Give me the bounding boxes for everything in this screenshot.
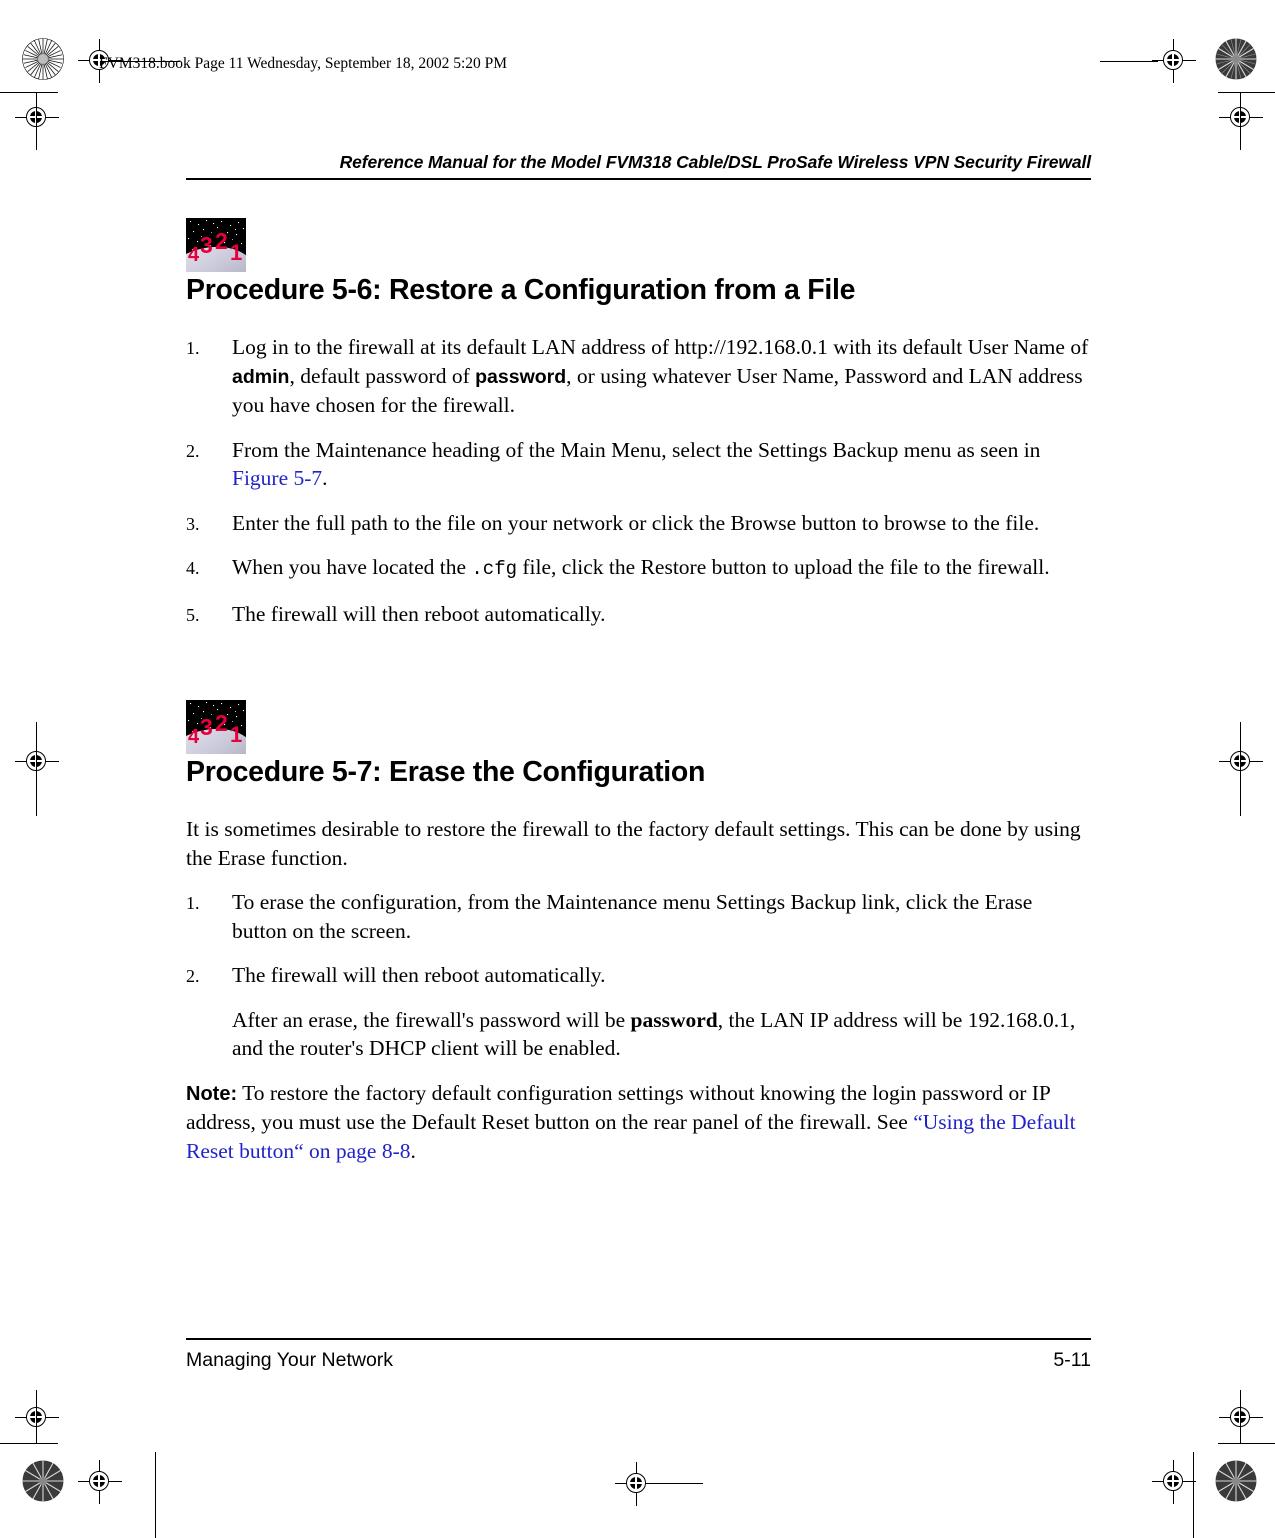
countdown-number-2: 2 bbox=[215, 228, 228, 254]
footer-page-number: 5-11 bbox=[1053, 1348, 1091, 1371]
countdown-number-3: 3 bbox=[200, 232, 213, 258]
list-item: 3. Enter the full path to the file on yo… bbox=[186, 509, 1091, 538]
registration-starburst-top-left bbox=[22, 38, 64, 80]
countdown-number-2: 2 bbox=[215, 710, 228, 736]
countdown-number-1: 1 bbox=[230, 722, 243, 747]
bold-term-password: password bbox=[630, 1007, 718, 1032]
registration-cross-bottom-right bbox=[1152, 1460, 1196, 1504]
note-label: Note: bbox=[186, 1082, 238, 1105]
list-item-text: Enter the full path to the file on your … bbox=[232, 510, 1040, 535]
registration-starburst-bottom-right bbox=[1215, 1460, 1257, 1502]
bold-term-password: password bbox=[475, 365, 567, 388]
list-marker: 2. bbox=[186, 440, 200, 461]
procedure-5-7-steps: 1. To erase the configuration, from the … bbox=[186, 888, 1091, 1063]
countdown-icon: 4 3 2 1 bbox=[186, 700, 246, 754]
list-marker: 5. bbox=[186, 604, 200, 625]
list-item-text: When you have located the .cfg file, cli… bbox=[232, 555, 1050, 580]
crop-line-corner-top-left bbox=[36, 92, 38, 150]
procedure-heading-5-6: Procedure 5-6: Restore a Configuration f… bbox=[186, 274, 856, 306]
bold-term-admin: admin bbox=[232, 365, 290, 388]
list-marker: 1. bbox=[186, 893, 200, 913]
note-paragraph: Note: To restore the factory default con… bbox=[186, 1080, 1076, 1163]
crop-line-bottom-left-v bbox=[155, 1452, 157, 1538]
registration-starburst-bottom-left bbox=[22, 1460, 64, 1502]
crop-line-mid-right bbox=[1240, 722, 1242, 816]
page-footer: Managing Your Network 5-11 bbox=[186, 1338, 1091, 1372]
procedure-heading-5-7: Procedure 5-7: Erase the Configuration bbox=[186, 756, 706, 788]
crop-line-corner-bottom-right-h bbox=[1218, 1443, 1275, 1445]
countdown-number-1: 1 bbox=[230, 240, 243, 265]
list-item-text: To erase the configuration, from the Mai… bbox=[232, 890, 1033, 943]
list-item: 1. To erase the configuration, from the … bbox=[186, 888, 1091, 945]
list-item-text: Log in to the firewall at its default LA… bbox=[232, 335, 1089, 417]
list-item-text: From the Maintenance heading of the Main… bbox=[232, 437, 1041, 491]
crop-line-corner-top-right bbox=[1240, 92, 1242, 150]
list-item: 5. The firewall will then reboot automat… bbox=[186, 600, 1091, 629]
crop-line-mid-left bbox=[36, 722, 38, 816]
cross-reference-link-figure-5-7[interactable]: Figure 5-7 bbox=[232, 466, 322, 490]
registration-cross-bottom-center bbox=[615, 1462, 659, 1506]
running-header: Reference Manual for the Model FVM318 Ca… bbox=[186, 152, 1091, 180]
list-marker: 1. bbox=[186, 338, 200, 358]
countdown-number-3: 3 bbox=[200, 714, 213, 740]
registration-cross-bottom-left bbox=[78, 1460, 122, 1504]
list-marker: 2. bbox=[186, 966, 200, 986]
footer-rule bbox=[186, 1338, 1091, 1340]
crop-line-corner-bottom-left-v bbox=[36, 1390, 38, 1444]
list-marker: 3. bbox=[186, 513, 200, 534]
crop-line-corner-bottom-right-v bbox=[1240, 1390, 1242, 1444]
countdown-number-4: 4 bbox=[188, 726, 200, 748]
list-item: 2. The firewall will then reboot automat… bbox=[186, 961, 1091, 1063]
list-item: 2. From the Maintenance heading of the M… bbox=[186, 436, 1091, 493]
list-item-text: The firewall will then reboot automatica… bbox=[232, 601, 606, 626]
registration-cross-top-right bbox=[1152, 39, 1196, 83]
crop-line-corner-top-right-h bbox=[1218, 92, 1275, 94]
footer-section-title: Managing Your Network bbox=[186, 1348, 394, 1371]
countdown-icon: 4 3 2 1 bbox=[186, 218, 246, 272]
crop-line-corner-bottom-left-h bbox=[0, 1443, 58, 1445]
document-page: FVM318.book Page 11 Wednesday, September… bbox=[0, 0, 1275, 1538]
crop-line-corner-top-left-h bbox=[0, 92, 58, 94]
file-stamp: FVM318.book Page 11 Wednesday, September… bbox=[99, 55, 508, 72]
list-item-follow-up-text: After an erase, the firewall's password … bbox=[232, 1007, 1076, 1061]
registration-starburst-top-right bbox=[1215, 38, 1257, 80]
crop-line-bottom-right-v bbox=[1193, 1452, 1195, 1538]
countdown-number-4: 4 bbox=[188, 244, 200, 266]
procedure-5-6-steps: 1. Log in to the firewall at its default… bbox=[186, 333, 1091, 628]
list-item: 1. Log in to the firewall at its default… bbox=[186, 333, 1091, 420]
procedure-5-7-intro: It is sometimes desirable to restore the… bbox=[186, 817, 1081, 870]
running-header-title: Reference Manual for the Model FVM318 Ca… bbox=[339, 152, 1092, 172]
list-item-text: The firewall will then reboot automatica… bbox=[232, 963, 606, 987]
crop-line-bottom-center bbox=[655, 1483, 703, 1485]
list-marker: 4. bbox=[186, 558, 200, 578]
monospace-term-cfg: .cfg bbox=[471, 558, 517, 580]
header-rule bbox=[186, 178, 1091, 180]
page-content: 4 3 2 1 Procedure 5-6: Restore a Configu… bbox=[186, 218, 1091, 1181]
crop-line-top-right-h bbox=[1100, 60, 1158, 62]
list-item: 4. When you have located the .cfg file, … bbox=[186, 553, 1091, 584]
